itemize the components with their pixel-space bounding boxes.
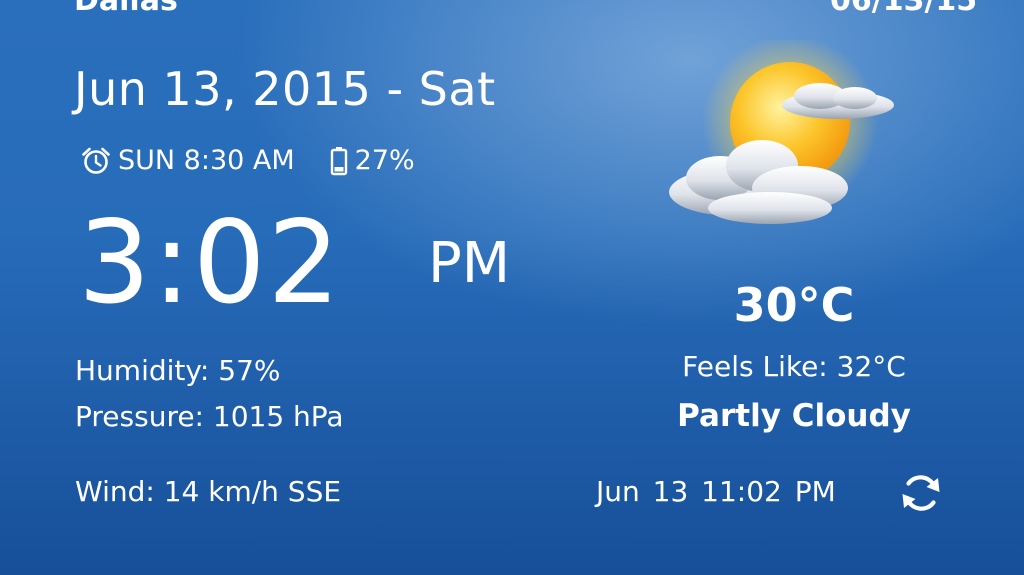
clock-time: 3:02	[78, 196, 342, 329]
date-label: Jun 13, 2015 - Sat	[74, 62, 496, 116]
humidity-label: Humidity: 57%	[75, 354, 281, 387]
city-name: Dallas	[74, 0, 178, 18]
feels-like-label: Feels Like: 32°C	[682, 350, 906, 383]
wind-label: Wind: 14 km/h SSE	[75, 475, 342, 508]
clock-ampm: PM	[428, 231, 511, 296]
temperature-label: 30°C	[733, 278, 855, 332]
partly-cloudy-icon	[669, 40, 894, 224]
status-row: SUN 8:30 AM 27%	[80, 143, 415, 179]
alarm-clock-icon	[82, 147, 110, 174]
last-updated-label: Jun 13 11:02 PM	[596, 475, 836, 508]
condition-label: Partly Cloudy	[677, 398, 911, 434]
refresh-icon[interactable]	[898, 470, 944, 516]
battery-level: 27%	[354, 145, 415, 176]
alarm-time: SUN 8:30 AM	[118, 145, 295, 176]
pressure-label: Pressure: 1015 hPa	[75, 400, 344, 433]
battery-icon	[330, 147, 347, 176]
header-corner-text: 06/13/15	[830, 0, 978, 18]
